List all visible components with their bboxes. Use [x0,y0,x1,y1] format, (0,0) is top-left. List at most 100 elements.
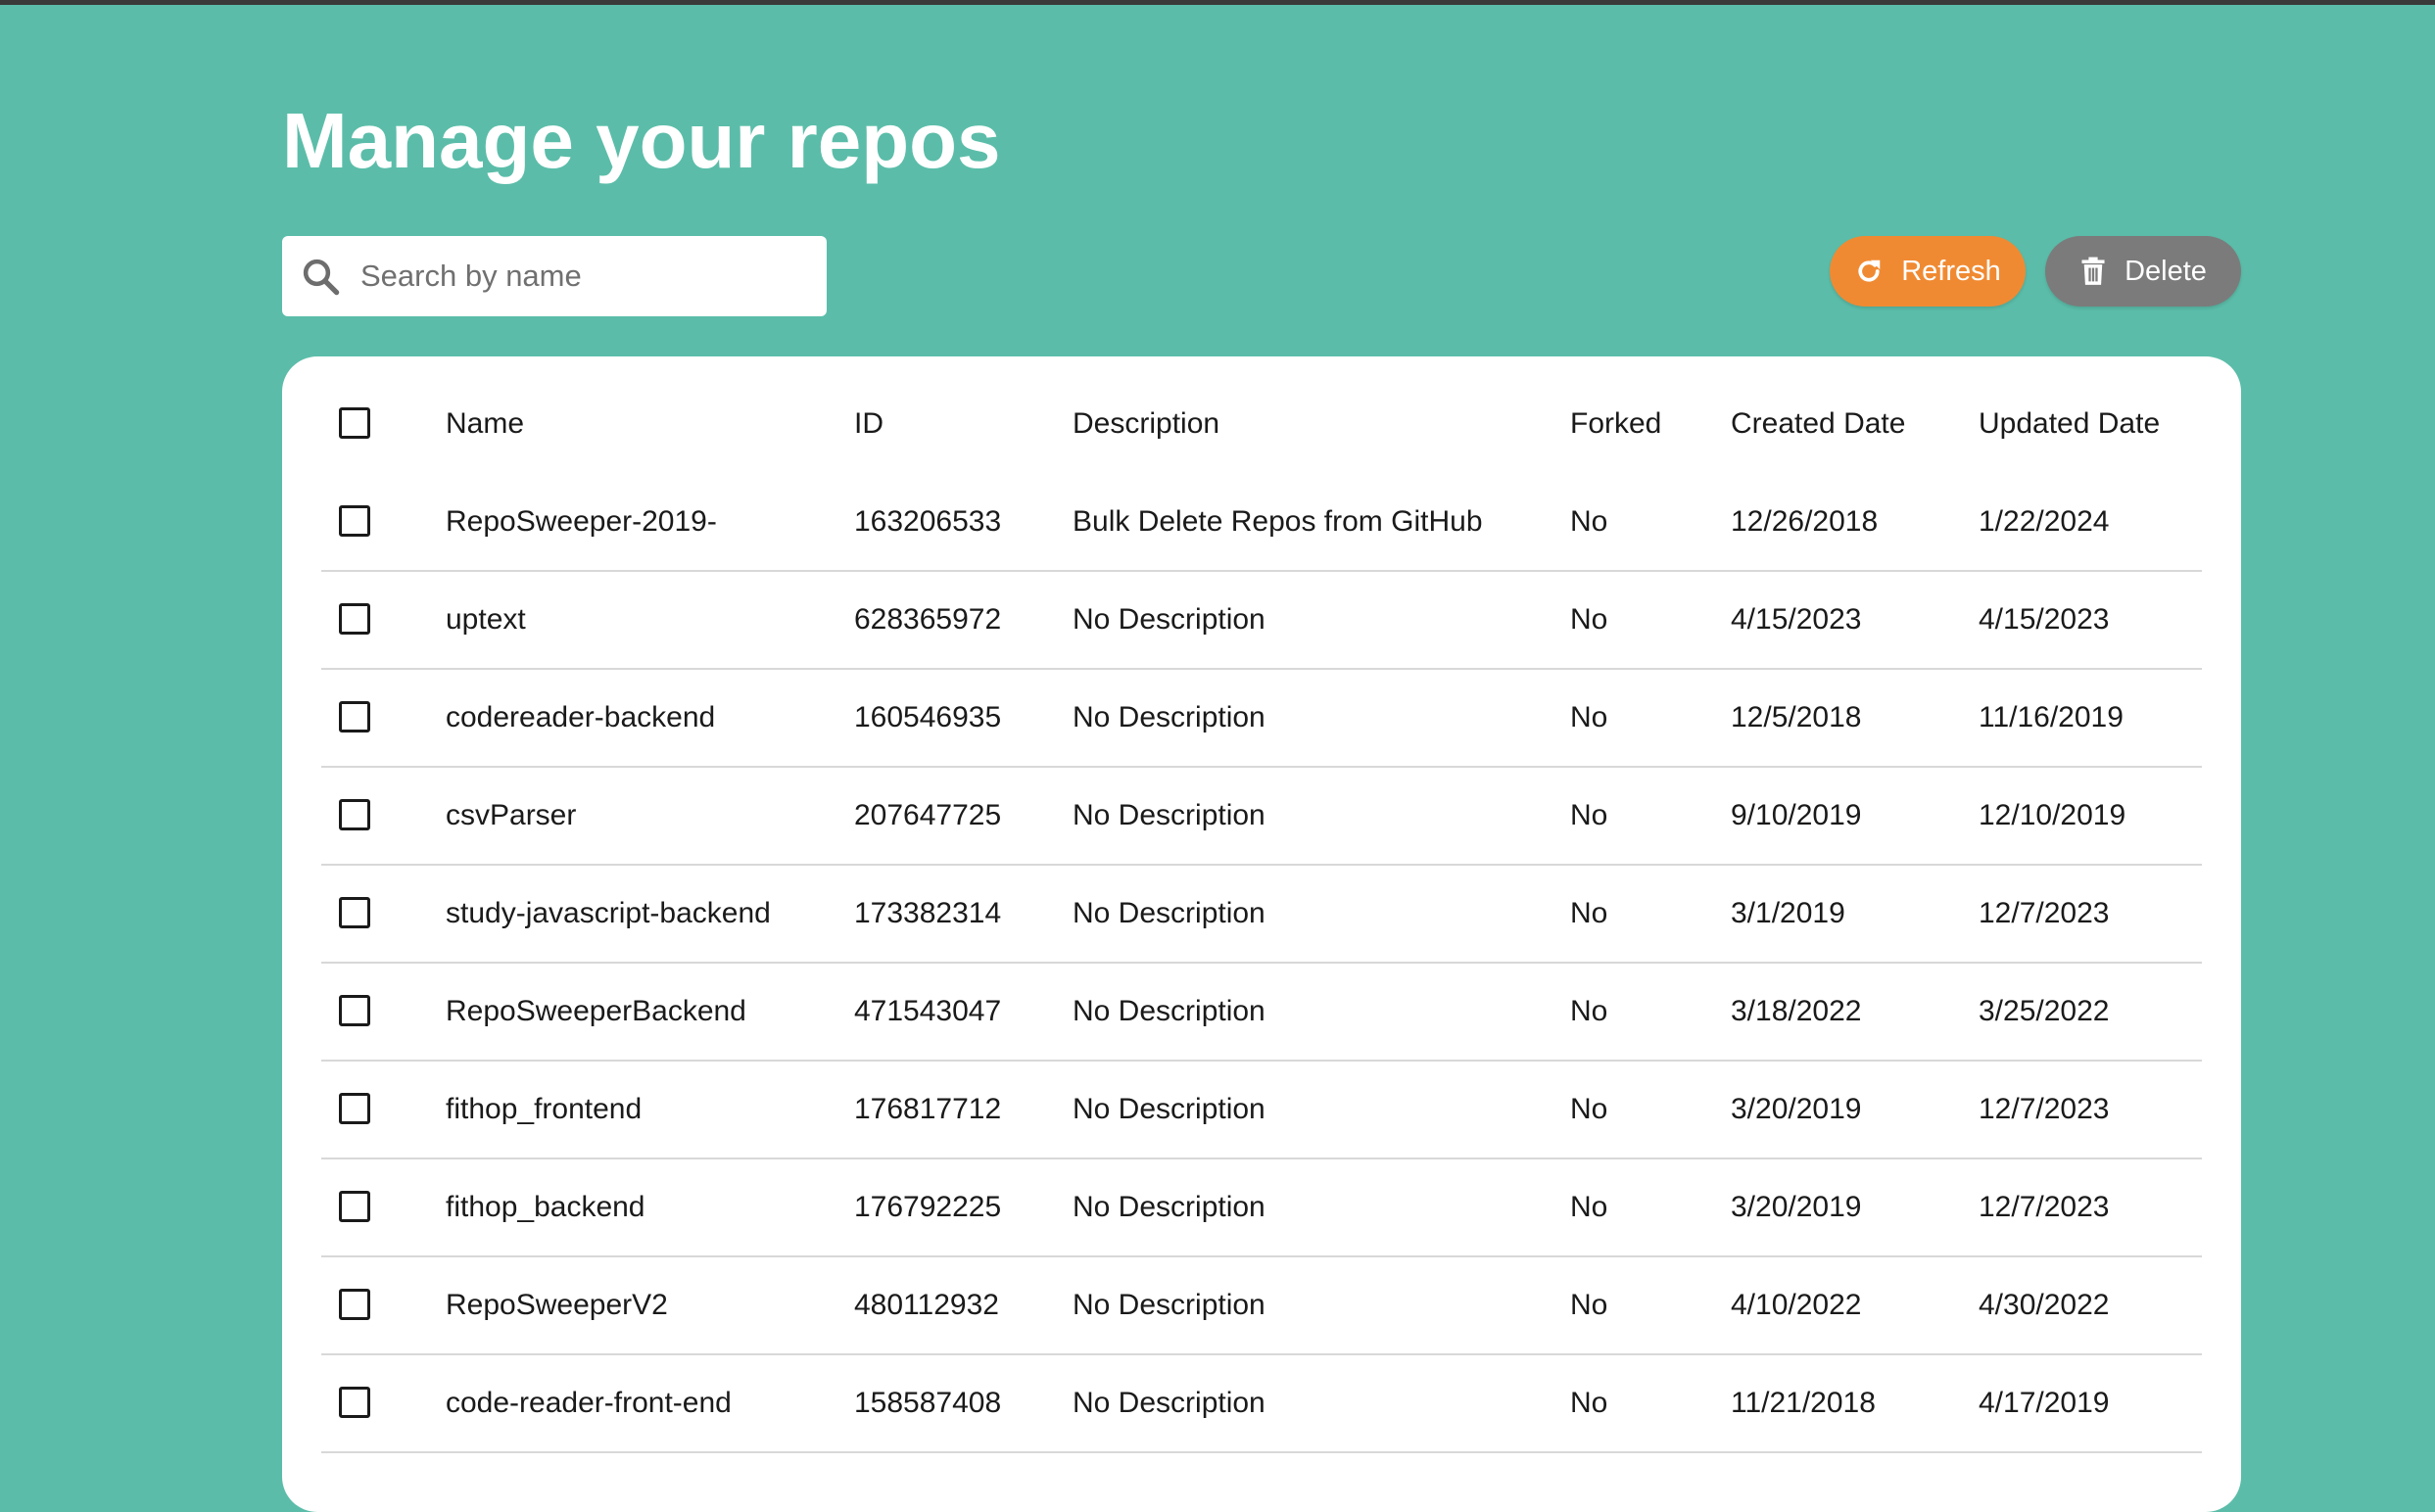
repo-created-date: 11/21/2018 [1731,1387,1876,1419]
row-checkbox[interactable] [339,1387,370,1418]
table-row[interactable]: study-javascript-backend 173382314 No De… [321,866,2202,964]
repo-created-date: 3/20/2019 [1731,1093,1862,1125]
table-row[interactable]: RepoSweeper-2019- 163206533 Bulk Delete … [321,474,2202,572]
repo-description: No Description [1073,603,1265,636]
repo-id: 176817712 [854,1093,1002,1125]
repo-description: No Description [1073,1191,1265,1223]
repo-forked: No [1570,1387,1608,1419]
column-header-forked[interactable]: Forked [1570,376,1661,472]
repo-forked: No [1570,603,1608,636]
repo-id: 480112932 [854,1289,999,1321]
repo-name: csvParser [446,799,577,831]
repo-created-date: 12/5/2018 [1731,701,1862,733]
repo-name: RepoSweeperBackend [446,995,746,1027]
repo-name: RepoSweeperV2 [446,1289,668,1321]
page-title: Manage your repos [282,97,1001,184]
repo-forked: No [1570,1289,1608,1321]
row-checkbox[interactable] [339,1289,370,1320]
repo-updated-date: 12/7/2023 [1979,1093,2110,1125]
row-checkbox[interactable] [339,1093,370,1124]
search-icon [303,259,340,296]
refresh-button[interactable]: Refresh [1830,236,2026,307]
repo-description: No Description [1073,701,1265,733]
repo-created-date: 3/20/2019 [1731,1191,1862,1223]
row-checkbox[interactable] [339,505,370,537]
repo-id: 163206533 [854,505,1002,538]
repo-created-date: 12/26/2018 [1731,505,1879,538]
table-row[interactable]: fithop_backend 176792225 No Description … [321,1159,2202,1257]
repo-id: 628365972 [854,603,1002,636]
column-header-name[interactable]: Name [446,376,524,472]
row-checkbox[interactable] [339,701,370,732]
repo-description: No Description [1073,995,1265,1027]
delete-label: Delete [2125,255,2207,287]
repo-created-date: 3/18/2022 [1731,995,1862,1027]
table-row[interactable]: fithop_frontend 176817712 No Description… [321,1062,2202,1159]
window-top-border [0,0,2435,5]
refresh-label: Refresh [1901,255,2001,287]
row-checkbox[interactable] [339,603,370,635]
repo-name: study-javascript-backend [446,897,771,929]
trash-icon [2081,257,2105,285]
repo-forked: No [1570,1093,1608,1125]
repo-id: 173382314 [854,897,1002,929]
table-row[interactable]: RepoSweeperV2 480112932 No Description N… [321,1257,2202,1355]
repo-forked: No [1570,505,1608,538]
repo-updated-date: 11/16/2019 [1979,701,2124,733]
repo-forked: No [1570,799,1608,831]
repo-updated-date: 4/15/2023 [1979,603,2110,636]
repo-description: No Description [1073,1289,1265,1321]
repo-table: Name ID Description Forked Created Date … [321,376,2202,1453]
repo-updated-date: 12/7/2023 [1979,1191,2110,1223]
table-row[interactable]: csvParser 207647725 No Description No 9/… [321,768,2202,866]
repo-description: No Description [1073,1093,1265,1125]
repo-id: 207647725 [854,799,1002,831]
repo-forked: No [1570,1191,1608,1223]
repo-id: 471543047 [854,995,1002,1027]
repo-updated-date: 4/17/2019 [1979,1387,2110,1419]
column-header-description[interactable]: Description [1073,376,1219,472]
repo-name: codereader-backend [446,701,716,733]
repo-description: No Description [1073,1387,1265,1419]
repo-forked: No [1570,995,1608,1027]
row-checkbox[interactable] [339,897,370,928]
repo-updated-date: 12/7/2023 [1979,897,2110,929]
repo-name: RepoSweeper-2019- [446,505,717,538]
repo-name: code-reader-front-end [446,1387,732,1419]
repo-forked: No [1570,701,1608,733]
table-row[interactable]: uptext 628365972 No Description No 4/15/… [321,572,2202,670]
table-header-row: Name ID Description Forked Created Date … [321,376,2202,474]
delete-button[interactable]: Delete [2045,236,2241,307]
row-checkbox[interactable] [339,995,370,1026]
table-row[interactable]: RepoSweeperBackend 471543047 No Descript… [321,964,2202,1062]
repo-updated-date: 4/30/2022 [1979,1289,2110,1321]
repo-name: fithop_frontend [446,1093,643,1125]
select-all-checkbox[interactable] [339,407,370,439]
repo-created-date: 3/1/2019 [1731,897,1845,929]
column-header-id[interactable]: ID [854,376,883,472]
table-row[interactable]: codereader-backend 160546935 No Descript… [321,670,2202,768]
repo-forked: No [1570,897,1608,929]
row-checkbox[interactable] [339,1191,370,1222]
repo-updated-date: 3/25/2022 [1979,995,2110,1027]
repo-id: 176792225 [854,1191,1002,1223]
repo-description: No Description [1073,799,1265,831]
repo-description: No Description [1073,897,1265,929]
search-box[interactable] [282,236,827,316]
repo-created-date: 4/10/2022 [1731,1289,1862,1321]
repo-id: 158587408 [854,1387,1002,1419]
repo-created-date: 4/15/2023 [1731,603,1862,636]
repo-id: 160546935 [854,701,1002,733]
repo-description: Bulk Delete Repos from GitHub [1073,505,1483,538]
repo-updated-date: 12/10/2019 [1979,799,2126,831]
row-checkbox[interactable] [339,799,370,830]
column-header-created-date[interactable]: Created Date [1731,376,1905,472]
repo-name: uptext [446,603,526,636]
search-input[interactable] [360,236,811,316]
repo-created-date: 9/10/2019 [1731,799,1862,831]
repo-table-card: Name ID Description Forked Created Date … [282,356,2241,1512]
column-header-updated-date[interactable]: Updated Date [1979,376,2160,472]
repo-name: fithop_backend [446,1191,645,1223]
table-row[interactable]: code-reader-front-end 158587408 No Descr… [321,1355,2202,1453]
refresh-icon [1858,260,1881,282]
